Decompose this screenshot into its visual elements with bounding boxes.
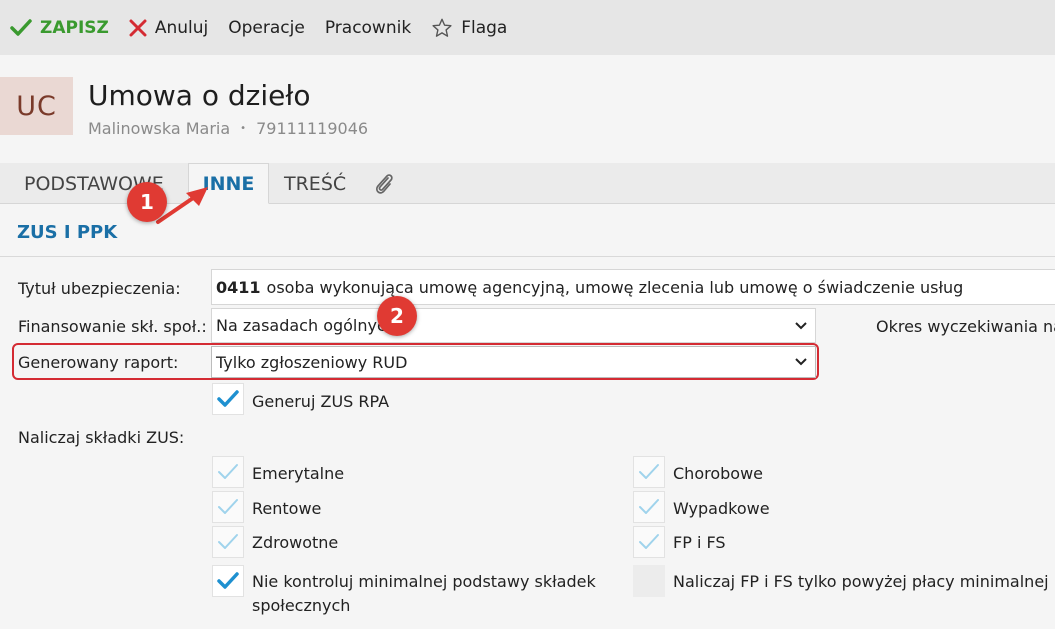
- annotation-badge-2: 2: [377, 296, 417, 336]
- annotation-badge-1: 1: [127, 182, 167, 222]
- annotation-arrow: [156, 187, 208, 224]
